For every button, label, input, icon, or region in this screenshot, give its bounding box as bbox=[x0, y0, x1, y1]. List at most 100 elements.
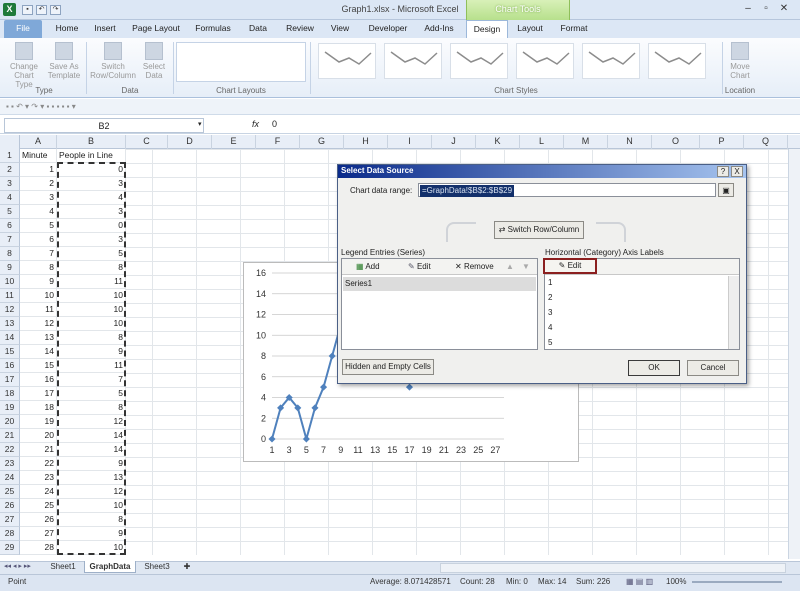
tab-review[interactable]: Review bbox=[280, 20, 320, 38]
tab-view[interactable]: View bbox=[322, 20, 358, 38]
edit-axis-button[interactable]: ✎ Edit bbox=[543, 258, 597, 274]
tab-formulas[interactable]: Formulas bbox=[188, 20, 238, 38]
minute-cell[interactable]: 6 bbox=[20, 233, 57, 247]
minute-cell[interactable]: 3 bbox=[20, 191, 57, 205]
tab-page-layout[interactable]: Page Layout bbox=[126, 20, 186, 38]
row-header-28[interactable]: 28 bbox=[0, 527, 20, 541]
sheet-tab-sheet1[interactable]: Sheet1 bbox=[44, 561, 82, 573]
tab-insert[interactable]: Insert bbox=[86, 20, 124, 38]
row-header-11[interactable]: 11 bbox=[0, 289, 20, 303]
minute-cell[interactable]: 25 bbox=[20, 499, 57, 513]
chart-range-input[interactable]: =GraphData!$B$2:$B$29 bbox=[418, 183, 716, 197]
row-header-6[interactable]: 6 bbox=[0, 219, 20, 233]
tab-data[interactable]: Data bbox=[240, 20, 276, 38]
row-header-12[interactable]: 12 bbox=[0, 303, 20, 317]
axis-label-item[interactable]: 5 bbox=[546, 336, 726, 350]
row-header-3[interactable]: 3 bbox=[0, 177, 20, 191]
add-button[interactable]: ▦ Add bbox=[356, 261, 380, 273]
tab-format[interactable]: Format bbox=[552, 20, 596, 38]
row-header-25[interactable]: 25 bbox=[0, 485, 20, 499]
minute-cell[interactable]: 16 bbox=[20, 373, 57, 387]
row-header-24[interactable]: 24 bbox=[0, 471, 20, 485]
minute-cell[interactable]: 7 bbox=[20, 247, 57, 261]
minute-cell[interactable]: 28 bbox=[20, 541, 57, 555]
chart-style-thumb[interactable] bbox=[450, 43, 508, 79]
column-header-k[interactable]: K bbox=[476, 135, 520, 149]
column-header-o[interactable]: O bbox=[652, 135, 700, 149]
minute-cell[interactable]: 18 bbox=[20, 401, 57, 415]
select-all-corner[interactable] bbox=[0, 135, 20, 149]
hidden-empty-cells-button[interactable]: Hidden and Empty Cells bbox=[342, 359, 434, 375]
column-header-l[interactable]: L bbox=[520, 135, 564, 149]
chart-style-thumb[interactable] bbox=[582, 43, 640, 79]
minute-cell[interactable]: 26 bbox=[20, 513, 57, 527]
formula-input[interactable]: 0 bbox=[272, 119, 277, 129]
chart-style-thumb[interactable] bbox=[384, 43, 442, 79]
column-header-b[interactable]: B bbox=[57, 135, 126, 149]
ok-button[interactable]: OK bbox=[628, 360, 680, 376]
row-header-20[interactable]: 20 bbox=[0, 415, 20, 429]
column-header-n[interactable]: N bbox=[608, 135, 652, 149]
column-header-p[interactable]: P bbox=[700, 135, 744, 149]
zoom-level[interactable]: 100% bbox=[666, 577, 686, 586]
row-header-15[interactable]: 15 bbox=[0, 345, 20, 359]
tab-home[interactable]: Home bbox=[48, 20, 86, 38]
minute-cell[interactable]: 1 bbox=[20, 163, 57, 177]
sheet-tab-graphdata[interactable]: GraphData bbox=[84, 561, 136, 573]
row-header-7[interactable]: 7 bbox=[0, 233, 20, 247]
chart-style-thumb[interactable] bbox=[648, 43, 706, 79]
column-header-d[interactable]: D bbox=[168, 135, 212, 149]
sheet-nav-icons[interactable]: ◂◂ ◂ ▸ ▸▸ bbox=[4, 562, 31, 570]
sheet-tab-sheet3[interactable]: Sheet3 bbox=[138, 561, 176, 573]
vertical-scrollbar[interactable] bbox=[788, 149, 800, 559]
row-header-13[interactable]: 13 bbox=[0, 317, 20, 331]
row-header-26[interactable]: 26 bbox=[0, 499, 20, 513]
series-item[interactable]: Series1 bbox=[343, 277, 536, 291]
chart-style-thumb[interactable] bbox=[516, 43, 574, 79]
row-header-14[interactable]: 14 bbox=[0, 331, 20, 345]
cell-a1[interactable]: Minute bbox=[20, 149, 57, 163]
column-header-c[interactable]: C bbox=[126, 135, 168, 149]
row-header-2[interactable]: 2 bbox=[0, 163, 20, 177]
restore-icon[interactable]: ▫ bbox=[760, 3, 772, 15]
minute-cell[interactable]: 23 bbox=[20, 471, 57, 485]
row-header-27[interactable]: 27 bbox=[0, 513, 20, 527]
toolbar-icons[interactable]: ▪ ▪ ↶ ▾ ↷ ▾ ▪ ▪ ▪ ▪ ▪ ▾ bbox=[6, 102, 76, 111]
name-box[interactable]: B2 bbox=[4, 118, 204, 133]
row-header-29[interactable]: 29 bbox=[0, 541, 20, 555]
tab-design[interactable]: Design bbox=[466, 20, 508, 38]
minute-cell[interactable]: 17 bbox=[20, 387, 57, 401]
minute-cell[interactable]: 2 bbox=[20, 177, 57, 191]
tab-add-ins[interactable]: Add-Ins bbox=[416, 20, 462, 38]
tab-file[interactable]: File bbox=[4, 20, 42, 38]
minimize-icon[interactable]: – bbox=[742, 3, 754, 15]
select-data-button[interactable]: Select Data bbox=[138, 42, 170, 80]
edit-series-button[interactable]: ✎ Edit bbox=[408, 261, 431, 273]
horizontal-scrollbar[interactable] bbox=[440, 563, 786, 573]
cell-b1[interactable]: People in Line bbox=[57, 149, 126, 163]
row-header-9[interactable]: 9 bbox=[0, 261, 20, 275]
fx-icon[interactable]: fx bbox=[252, 119, 259, 129]
minute-cell[interactable]: 9 bbox=[20, 275, 57, 289]
row-header-17[interactable]: 17 bbox=[0, 373, 20, 387]
minute-cell[interactable]: 19 bbox=[20, 415, 57, 429]
column-header-j[interactable]: J bbox=[432, 135, 476, 149]
close-button[interactable]: X bbox=[731, 166, 743, 177]
minute-cell[interactable]: 27 bbox=[20, 527, 57, 541]
cancel-button[interactable]: Cancel bbox=[687, 360, 739, 376]
minute-cell[interactable]: 21 bbox=[20, 443, 57, 457]
minute-cell[interactable]: 5 bbox=[20, 219, 57, 233]
axis-label-item[interactable]: 3 bbox=[546, 306, 726, 320]
minute-cell[interactable]: 15 bbox=[20, 359, 57, 373]
change-chart-type-button[interactable]: Change Chart Type bbox=[6, 42, 42, 89]
zoom-slider[interactable] bbox=[692, 581, 782, 583]
row-header-16[interactable]: 16 bbox=[0, 359, 20, 373]
close-icon[interactable]: ✕ bbox=[778, 3, 790, 15]
minute-cell[interactable]: 8 bbox=[20, 261, 57, 275]
chevron-down-icon[interactable]: ▾ bbox=[198, 120, 202, 128]
column-header-m[interactable]: M bbox=[564, 135, 608, 149]
remove-button[interactable]: ✕ Remove bbox=[455, 261, 494, 273]
column-header-i[interactable]: I bbox=[388, 135, 432, 149]
row-header-18[interactable]: 18 bbox=[0, 387, 20, 401]
minute-cell[interactable]: 22 bbox=[20, 457, 57, 471]
